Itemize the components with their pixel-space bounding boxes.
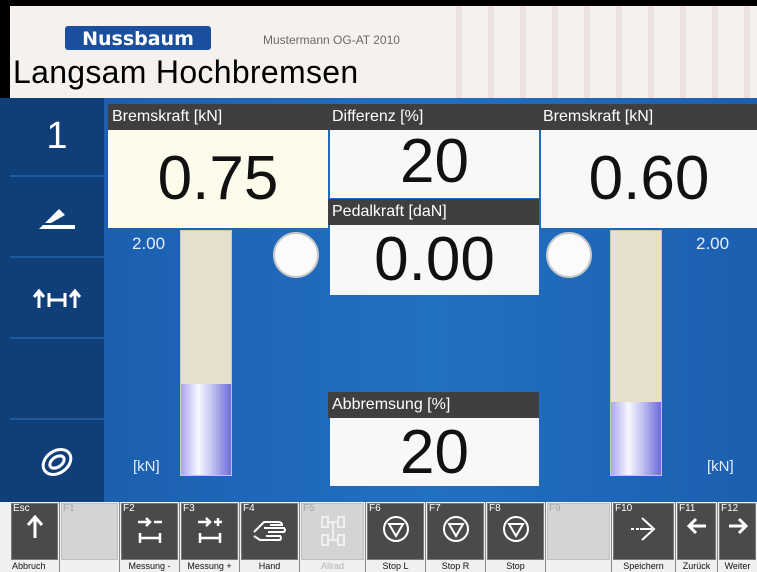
- stop-triangle-icon: [366, 514, 425, 549]
- key-number: F4: [243, 503, 255, 514]
- key-label: Stop: [506, 561, 525, 571]
- key-label: Messung -: [128, 561, 171, 571]
- key-number: F1: [63, 503, 75, 514]
- f5-key[interactable]: F5 Allrad: [300, 502, 366, 572]
- left-brake-force-bar-fill: [181, 383, 231, 475]
- f7-key[interactable]: F7 Stop R: [426, 502, 486, 572]
- brand-text: Nussbaum: [82, 28, 194, 50]
- key-label: Abbruch: [12, 561, 46, 571]
- key-number: F11: [679, 503, 696, 514]
- right-brake-force-caption: Bremskraft [kN]: [539, 104, 757, 130]
- braking-caption: Abbremsung [%]: [328, 392, 539, 418]
- key-label: Allrad: [320, 561, 344, 571]
- difference-value: 20: [330, 130, 539, 198]
- f1-key[interactable]: F1: [60, 502, 120, 572]
- axle-number: 1: [10, 98, 104, 177]
- key-number: Esc: [13, 503, 30, 514]
- f9-key[interactable]: F9: [546, 502, 612, 572]
- all-wheel-icon: [300, 514, 365, 553]
- key-number: F9: [549, 503, 561, 514]
- pedal-force-value: 0.00: [330, 225, 539, 295]
- left-unit-label: [kN]: [133, 458, 160, 475]
- sidebar-item-axle[interactable]: [10, 260, 104, 339]
- key-label: Stop R: [441, 561, 470, 571]
- company-name: Mustermann OG-AT 2010: [263, 33, 400, 47]
- swirl-logo-icon: [41, 447, 73, 476]
- save-arrow-icon: [612, 514, 675, 549]
- arrow-left-icon: [676, 514, 717, 543]
- key-number: F7: [429, 503, 441, 514]
- right-unit-label: [kN]: [707, 458, 734, 475]
- function-key-bar: Esc Abbruch F1 F2 Messung - F3 Messung +…: [0, 502, 757, 572]
- key-label: Speichern: [623, 561, 664, 571]
- pedal-force-caption: Pedalkraft [daN]: [328, 199, 539, 225]
- right-brake-force-bar-fill: [611, 401, 661, 475]
- header: Nussbaum Mustermann OG-AT 2010 Langsam H…: [0, 0, 757, 98]
- left-brake-force-caption: Bremskraft [kN]: [108, 104, 328, 130]
- key-number: F12: [721, 503, 739, 514]
- key-label: Messung +: [187, 561, 232, 571]
- stop-triangle-icon: [426, 514, 485, 549]
- right-brake-force-bar: [610, 230, 662, 476]
- braking-value: 20: [330, 418, 539, 487]
- f12-key[interactable]: F12 Weiter: [718, 502, 757, 572]
- f10-key[interactable]: F10 Speichern: [612, 502, 676, 572]
- key-number: F3: [183, 503, 195, 514]
- key-number: F8: [489, 503, 501, 514]
- brand-logo: Nussbaum: [65, 26, 211, 50]
- key-number: F5: [303, 503, 315, 514]
- key-number: F10: [615, 503, 633, 514]
- sidebar-item-brake-pedal[interactable]: [10, 179, 104, 258]
- stop-triangle-icon: [486, 514, 545, 549]
- measurement-area: Bremskraft [kN] 0.75 2.00 [kN] Differenz…: [104, 98, 757, 502]
- f4-key[interactable]: F4 Hand: [240, 502, 300, 572]
- left-brake-force-bar: [180, 230, 232, 476]
- key-label: Zurück: [682, 561, 711, 571]
- esc-key[interactable]: Esc Abbruch: [10, 502, 60, 572]
- right-indicator-lamp: [546, 232, 592, 278]
- sidebar-item-logo[interactable]: [10, 422, 104, 501]
- f3-key[interactable]: F3 Messung +: [180, 502, 240, 572]
- f8-key[interactable]: F8 Stop: [486, 502, 546, 572]
- arrow-right-icon: [718, 514, 757, 543]
- key-label: Stop L: [382, 561, 409, 571]
- key-label: Hand: [258, 561, 281, 571]
- app-screen: Nussbaum Mustermann OG-AT 2010 Langsam H…: [0, 0, 757, 572]
- key-number: F6: [369, 503, 381, 514]
- key-label: Weiter: [724, 561, 751, 571]
- right-scale-max: 2.00: [696, 234, 730, 253]
- f6-key[interactable]: F6 Stop L: [366, 502, 426, 572]
- sidebar: 1: [0, 98, 104, 502]
- axle-arrows-icon: [33, 288, 81, 308]
- arrow-up-icon: [10, 514, 59, 545]
- measure-minus-icon: [120, 514, 179, 553]
- page-title: Langsam Hochbremsen: [13, 54, 359, 90]
- key-number: F2: [123, 503, 135, 514]
- measure-plus-icon: [180, 514, 239, 553]
- hand-icon: [240, 514, 299, 549]
- f11-key[interactable]: F11 Zurück: [676, 502, 718, 572]
- f2-key[interactable]: F2 Messung -: [120, 502, 180, 572]
- right-brake-force-value: 0.60: [541, 130, 757, 228]
- left-scale-max: 2.00: [132, 234, 166, 253]
- sidebar-item-empty: [10, 341, 104, 420]
- left-brake-force-value: 0.75: [108, 130, 328, 228]
- brake-pedal-icon: [39, 208, 75, 229]
- header-decoration: [430, 6, 757, 98]
- left-indicator-lamp: [273, 232, 319, 278]
